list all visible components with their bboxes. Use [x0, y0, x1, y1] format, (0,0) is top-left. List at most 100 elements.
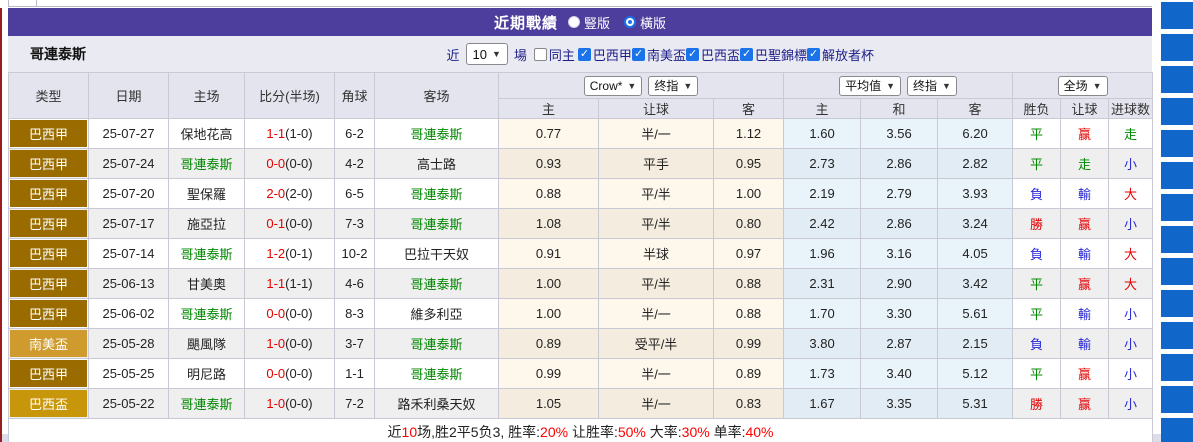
odds-home-cell: 0.77 [499, 119, 599, 149]
odds-away-value: 0.89 [736, 366, 761, 381]
odds-away-cell: 1.00 [714, 179, 784, 209]
result-cell: 負 [1013, 179, 1061, 209]
match-date: 25-05-25 [102, 366, 154, 381]
score-cell: 1-2(0-1) [245, 239, 335, 269]
odds-away-cell: 0.89 [714, 359, 784, 389]
win-draw-loss-result: 負 [1030, 247, 1043, 262]
handicap-result: 赢 [1078, 397, 1091, 412]
league-checkbox-group: 巴西甲南美盃巴西盃巴聖錦標解放者杯 [578, 45, 874, 64]
match-date: 25-05-22 [102, 396, 154, 411]
home-team-name: 哥連泰斯 [180, 247, 232, 262]
recent-label: 近 [446, 45, 459, 64]
scope-select[interactable]: 全场 ▼ [1058, 76, 1108, 96]
adjacent-panel-cell[interactable] [1161, 98, 1193, 125]
adjacent-panel-cell[interactable] [1161, 2, 1193, 29]
checkbox-unchecked-icon[interactable] [534, 48, 547, 61]
adjacent-panel-cell[interactable] [1161, 258, 1193, 285]
avg-away-value: 6.20 [962, 126, 987, 141]
corners-cell: 6-5 [335, 179, 375, 209]
result-cell: 負 [1013, 239, 1061, 269]
match-date-cell: 25-05-25 [89, 359, 169, 389]
full-time-score: 1-0 [266, 336, 285, 351]
goals-result-cell: 小 [1109, 359, 1153, 389]
checkbox-checked-icon[interactable] [740, 48, 753, 61]
adjacent-panel-cell[interactable] [1161, 290, 1193, 317]
over-under-result: 小 [1124, 397, 1137, 412]
match-date: 25-07-20 [102, 186, 154, 201]
adjacent-panel-cell[interactable] [1161, 386, 1193, 413]
adjacent-panel-cell[interactable] [1161, 226, 1193, 253]
home-team-cell: 颶風隊 [169, 329, 245, 359]
summary-stats-text: 近10场,胜2平5负3, 胜率:20% 让胜率:50% 大率:30% 单率:40… [388, 424, 774, 440]
league-checkbox[interactable]: 解放者杯 [807, 45, 874, 64]
home-team-cell: 施亞拉 [169, 209, 245, 239]
recent-count-select[interactable]: 10 ▼ [466, 43, 508, 65]
avg-home-value: 2.73 [809, 156, 834, 171]
avg-away-cell: 2.82 [938, 149, 1013, 179]
goals-result-cell: 小 [1109, 149, 1153, 179]
win-draw-loss-result: 平 [1030, 277, 1043, 292]
checkbox-checked-icon[interactable] [807, 48, 820, 61]
chevron-down-icon: ▼ [627, 81, 636, 91]
radio-horizontal-layout[interactable]: 橫版 [624, 13, 666, 32]
handicap-cell: 半/一 [599, 299, 714, 329]
match-date-cell: 25-07-14 [89, 239, 169, 269]
table-row: 巴西甲25-05-25明尼路0-0(0-0)1-1哥連泰斯0.99半/一0.89… [9, 359, 1153, 389]
adjacent-panel-cell[interactable] [1161, 66, 1193, 93]
avg-home-cell: 2.19 [784, 179, 861, 209]
avg-draw-value: 2.90 [886, 276, 911, 291]
checkbox-checked-icon[interactable] [578, 48, 591, 61]
avg-draw-cell: 2.87 [861, 329, 938, 359]
radio-unselected-icon[interactable] [568, 16, 580, 28]
summary-stat-value: 10 [402, 424, 418, 440]
avg-home-cell: 2.73 [784, 149, 861, 179]
over-under-result: 小 [1124, 337, 1137, 352]
adjacent-panel-blue-cells[interactable] [1161, 0, 1193, 442]
bookmaker-select[interactable]: Crow* ▼ [584, 76, 643, 96]
checkbox-checked-icon[interactable] [632, 48, 645, 61]
odds-home-value: 0.91 [536, 246, 561, 261]
avg-home-cell: 2.31 [784, 269, 861, 299]
match-date: 25-07-14 [102, 246, 154, 261]
checkbox-checked-icon[interactable] [686, 48, 699, 61]
handicap-value: 受平/半 [635, 337, 678, 352]
avg-draw-value: 2.86 [886, 156, 911, 171]
handicap-result: 赢 [1078, 277, 1091, 292]
match-date: 25-05-28 [102, 336, 154, 351]
league-badge-cell: 巴西甲 [9, 269, 89, 299]
average-stage-select[interactable]: 终指 ▼ [907, 76, 957, 96]
adjacent-panel-cell[interactable] [1161, 130, 1193, 157]
odds-away-cell: 0.88 [714, 299, 784, 329]
league-badge: 南美盃 [10, 330, 87, 357]
page-title: 近期戰績 [494, 12, 558, 33]
table-row: 巴西甲25-07-17施亞拉0-1(0-0)7-3哥連泰斯1.08平/半0.80… [9, 209, 1153, 239]
league-checkbox[interactable]: 巴西盃 [686, 45, 740, 64]
adjacent-panel-cell[interactable] [1161, 418, 1193, 442]
average-source-select[interactable]: 平均值 ▼ [839, 76, 901, 96]
games-label: 場 [514, 45, 527, 64]
avg-draw-cell: 2.86 [861, 149, 938, 179]
radio-vertical-layout[interactable]: 豎版 [568, 13, 610, 32]
adjacent-panel-cell[interactable] [1161, 162, 1193, 189]
odds-home-cell: 1.08 [499, 209, 599, 239]
same-home-checkbox[interactable]: 同主 [534, 45, 575, 64]
crow-stage-select[interactable]: 终指 ▼ [648, 76, 698, 96]
adjacent-panel-cell[interactable] [1161, 354, 1193, 381]
avg-draw-cell: 3.16 [861, 239, 938, 269]
home-team-name: 施亞拉 [187, 217, 226, 232]
recent-results-table: 类型 日期 主场 比分(半场) 角球 客场 Crow* ▼ 终指 [8, 72, 1153, 442]
odds-away-value: 0.95 [736, 156, 761, 171]
col-header-corners: 角球 [335, 73, 375, 119]
adjacent-panel-cell[interactable] [1161, 194, 1193, 221]
league-checkbox[interactable]: 巴西甲 [578, 45, 632, 64]
avg-away-value: 2.82 [962, 156, 987, 171]
match-date: 25-07-27 [102, 126, 154, 141]
adjacent-panel-cell[interactable] [1161, 322, 1193, 349]
adjacent-panel-cell[interactable] [1161, 34, 1193, 61]
league-checkbox[interactable]: 南美盃 [632, 45, 686, 64]
odds-home-cell: 1.00 [499, 299, 599, 329]
over-under-result: 小 [1124, 157, 1137, 172]
handicap-cell: 平/半 [599, 179, 714, 209]
league-checkbox[interactable]: 巴聖錦標 [740, 45, 807, 64]
radio-selected-icon[interactable] [624, 16, 636, 28]
